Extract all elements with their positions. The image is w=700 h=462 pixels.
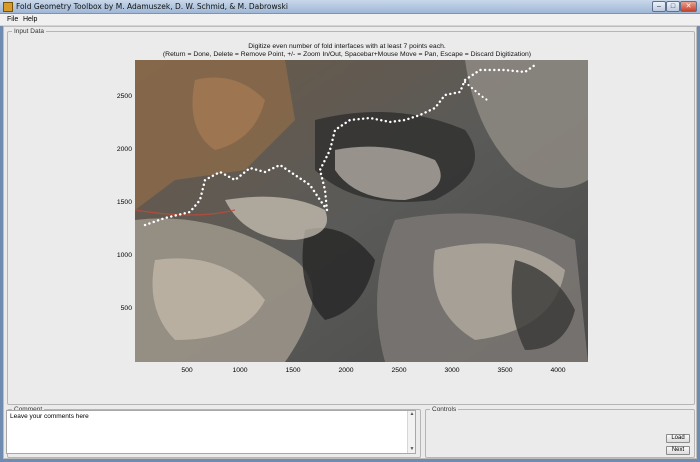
y-tick-label: 1500 xyxy=(116,199,132,206)
instruction-line-1: Digitize even number of fold interfaces … xyxy=(248,43,446,50)
x-tick-label: 2500 xyxy=(391,367,407,374)
instruction-line-2: (Return = Done, Delete = Remove Point, +… xyxy=(162,51,532,58)
minimize-button[interactable]: – xyxy=(652,1,666,12)
x-tick-label: 2000 xyxy=(338,367,354,374)
comment-scrollbar[interactable]: ▲ ▼ xyxy=(407,411,415,453)
rock-photo xyxy=(135,60,588,362)
x-tick-label: 1500 xyxy=(285,367,301,374)
x-tick-label: 3000 xyxy=(444,367,460,374)
x-tick-label: 500 xyxy=(181,367,193,374)
window-title: Fold Geometry Toolbox by M. Adamuszek, D… xyxy=(16,2,288,11)
y-tick-label: 500 xyxy=(120,305,132,312)
chevron-down-icon[interactable]: ▼ xyxy=(408,446,416,453)
x-tick-label: 3500 xyxy=(497,367,513,374)
x-tick-label: 1000 xyxy=(232,367,248,374)
maximize-button[interactable]: □ xyxy=(666,1,680,12)
app-icon xyxy=(3,2,13,12)
chevron-up-icon[interactable]: ▲ xyxy=(408,411,416,418)
title-bar: Fold Geometry Toolbox by M. Adamuszek, D… xyxy=(0,0,700,14)
close-button[interactable]: ✕ xyxy=(680,1,697,12)
fold-image-axes[interactable] xyxy=(135,60,588,362)
y-tick-label: 1000 xyxy=(116,252,132,259)
menu-bar: File Help xyxy=(0,14,700,26)
menu-help[interactable]: Help xyxy=(23,16,37,23)
load-button[interactable]: Load xyxy=(666,434,690,443)
controls-panel: Controls xyxy=(425,406,695,458)
comment-textarea[interactable]: Leave your comments here xyxy=(6,410,416,454)
controls-legend: Controls xyxy=(432,406,457,413)
next-button[interactable]: Next xyxy=(666,446,690,455)
y-tick-label: 2000 xyxy=(116,146,132,153)
input-data-legend: Input Data xyxy=(14,28,44,35)
y-tick-label: 2500 xyxy=(116,93,132,100)
menu-file[interactable]: File xyxy=(7,16,18,23)
x-tick-label: 4000 xyxy=(550,367,566,374)
